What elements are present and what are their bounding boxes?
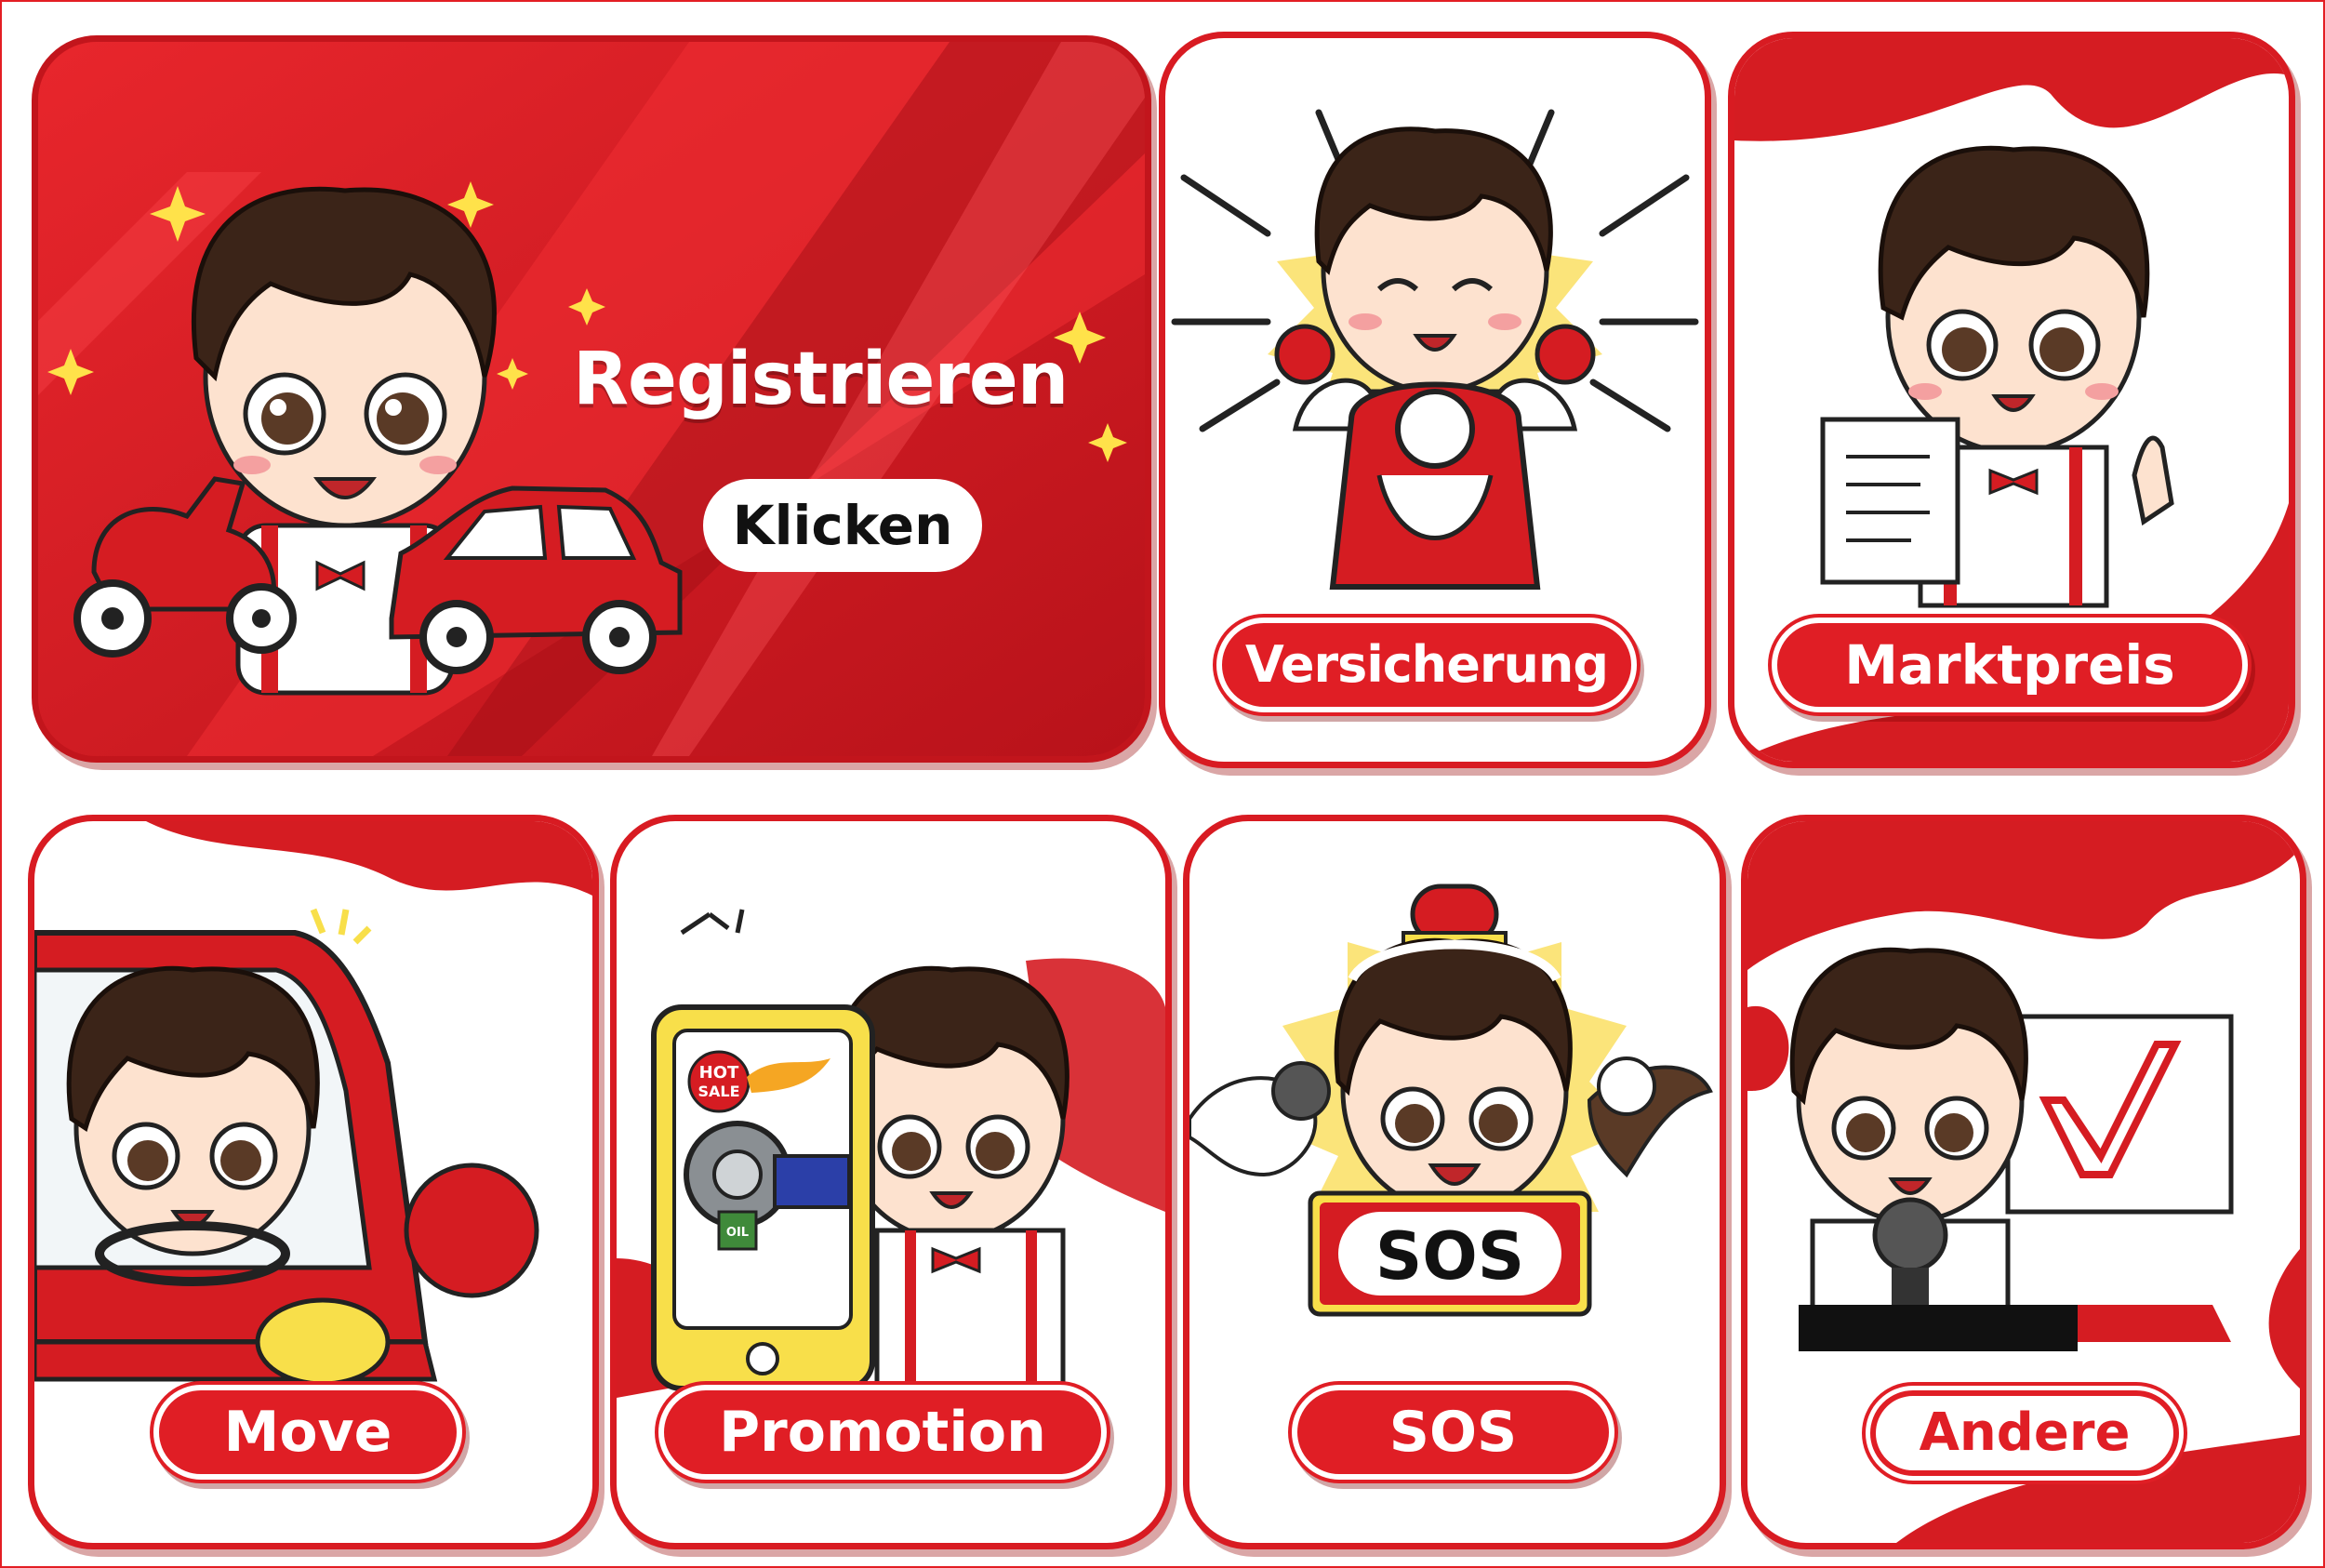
svg-text:OIL: OIL — [726, 1226, 749, 1240]
tile-promotion[interactable]: HOT SALE OIL Promotion — [610, 815, 1172, 1549]
scooter-icon — [73, 476, 297, 658]
andere-button[interactable]: Andere — [1870, 1390, 2179, 1476]
promotion-button[interactable]: Promotion — [658, 1385, 1107, 1480]
register-title: Registrieren — [573, 338, 1069, 421]
sos-button[interactable]: SOS — [1292, 1385, 1614, 1480]
tile-move[interactable]: Move — [28, 815, 599, 1549]
register-card[interactable]: Registrieren Klicken — [32, 35, 1151, 763]
tile-versicherung[interactable]: Versicherung — [1159, 32, 1711, 768]
versicherung-button[interactable]: Versicherung — [1216, 618, 1637, 712]
sos-sign: SOS — [1375, 1218, 1524, 1295]
marktpreis-button[interactable]: Marktpreis — [1772, 618, 2248, 712]
move-button[interactable]: Move — [153, 1385, 462, 1480]
tile-andere[interactable]: Andere — [1741, 815, 2306, 1549]
tile-marktpreis[interactable]: Marktpreis — [1728, 32, 2295, 768]
svg-text:HOT: HOT — [699, 1063, 739, 1083]
click-button[interactable]: Klicken — [703, 479, 982, 572]
tile-sos[interactable]: SOS SOS — [1183, 815, 1726, 1549]
svg-text:SALE: SALE — [698, 1083, 739, 1100]
car-icon — [389, 485, 683, 674]
